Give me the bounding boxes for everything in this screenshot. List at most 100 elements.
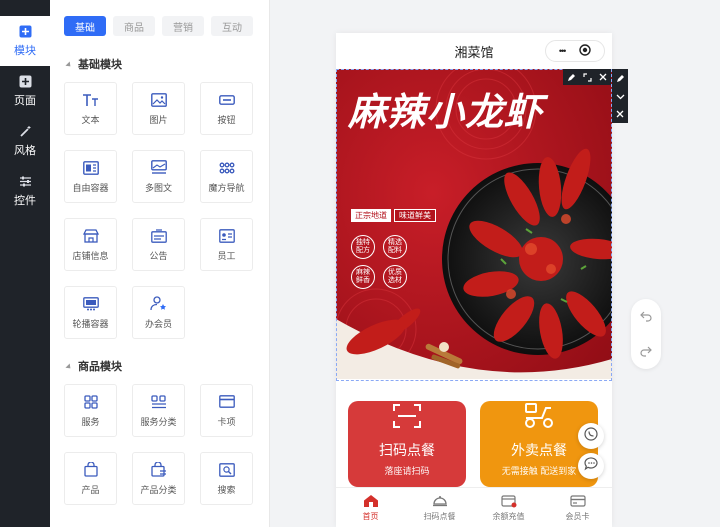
basic-module-grid: 文本 图片 按钮 自由容器 多图文 魔方导航 店铺信息 公告 员工 轮播容器 办…: [64, 82, 254, 339]
delivery-order-title: 外卖点餐: [511, 442, 567, 458]
module-card-label: 多图文: [144, 182, 172, 193]
banner-tags: 正宗地道 味道鲜美: [351, 209, 436, 222]
member-card-icon: [569, 494, 586, 508]
float-chat-button[interactable]: [578, 453, 604, 479]
notice-icon: [150, 228, 168, 244]
component-toolbar: [563, 69, 611, 85]
module-card-service[interactable]: 服务: [64, 384, 117, 437]
tab-goods[interactable]: 商品: [113, 16, 155, 36]
button-icon: [218, 92, 236, 108]
mini-program-capsule[interactable]: •••: [545, 40, 605, 62]
move-down-icon[interactable]: [612, 87, 628, 105]
page-plus-icon: [18, 74, 32, 88]
redo-icon[interactable]: [640, 344, 652, 360]
module-card-membership[interactable]: 办会员: [132, 286, 185, 339]
module-card-label: 图片: [149, 114, 168, 125]
tabbar-item-recharge[interactable]: 余额充值: [474, 488, 543, 527]
float-phone-button[interactable]: [578, 423, 604, 449]
rail-item-label: 模块: [14, 45, 36, 57]
module-card-carousel[interactable]: 轮播容器: [64, 286, 117, 339]
tabbar-label: 扫码点餐: [423, 511, 456, 521]
tab-marketing[interactable]: 营销: [162, 16, 204, 36]
tabbar-item-home[interactable]: 首页: [336, 488, 405, 527]
edit-pencil-icon[interactable]: [612, 69, 628, 87]
container-icon: [82, 160, 100, 176]
module-card-label: 卡项: [217, 416, 236, 427]
banner-badge: 精选配料: [383, 235, 407, 259]
module-card-store-info[interactable]: 店铺信息: [64, 218, 117, 271]
section-title-basic: 基础模块: [66, 56, 122, 72]
module-card-multi-image-text[interactable]: 多图文: [132, 150, 185, 203]
banner-badge: 优质选材: [383, 265, 407, 289]
module-card-search[interactable]: 搜索: [200, 452, 253, 505]
member-icon: [149, 296, 168, 312]
tabbar-label: 余额充值: [492, 511, 525, 521]
module-card-card-item[interactable]: 卡项: [200, 384, 253, 437]
module-card-image[interactable]: 图片: [132, 82, 185, 135]
rail-item-modules[interactable]: 模块: [0, 16, 50, 66]
module-card-service-category[interactable]: 服务分类: [132, 384, 185, 437]
close-icon[interactable]: [595, 69, 611, 85]
store-icon: [82, 228, 100, 244]
module-card-text[interactable]: 文本: [64, 82, 117, 135]
tab-basic[interactable]: 基础: [64, 16, 106, 36]
module-card-label: 产品: [81, 484, 100, 495]
banner-tag: 正宗地道: [351, 209, 391, 222]
section-title-goods: 商品模块: [66, 358, 122, 374]
module-card-label: 自由容器: [72, 182, 109, 193]
card-icon: [218, 394, 236, 410]
module-card-staff[interactable]: 员工: [200, 218, 253, 271]
tabbar-label: 会员卡: [565, 511, 590, 521]
chat-icon: [584, 456, 598, 476]
scan-order-button[interactable]: 扫码点餐 落座请扫码: [348, 401, 466, 487]
banner-badges: 独特配方 精选配料 麻辣鲜香 优质选材: [351, 235, 411, 289]
dish-cover-icon: [432, 494, 448, 508]
phone-call-icon: [584, 426, 598, 446]
delete-icon[interactable]: [612, 105, 628, 123]
image-icon: [150, 92, 168, 108]
module-card-label: 公告: [149, 250, 168, 261]
banner-image[interactable]: 麻辣小龙虾 正宗地道 味道鲜美 独特配方 精选配料 麻辣鲜香 优质选材: [336, 69, 612, 379]
module-card-magic-nav[interactable]: 魔方导航: [200, 150, 253, 203]
undo-icon[interactable]: [640, 309, 652, 325]
history-controls: [631, 299, 661, 369]
bag-icon: [82, 462, 100, 478]
text-icon: [82, 92, 100, 108]
magic-wand-icon: [18, 124, 32, 138]
scan-order-subtitle: 落座请扫码: [384, 466, 430, 476]
module-card-label: 员工: [217, 250, 236, 261]
edit-pencil-icon[interactable]: [563, 69, 579, 85]
tab-interaction[interactable]: 互动: [211, 16, 253, 36]
phone-header: 湘菜馆 •••: [336, 33, 612, 69]
banner-headline: 麻辣小龙虾: [348, 90, 544, 134]
module-card-free-container[interactable]: 自由容器: [64, 150, 117, 203]
module-tabs: 基础 商品 营销 互动: [64, 16, 253, 36]
rail-item-label: 页面: [14, 95, 36, 107]
carousel-icon: [82, 296, 100, 312]
module-card-label: 办会员: [144, 318, 172, 329]
banner-badge: 独特配方: [351, 235, 375, 259]
module-card-label: 店铺信息: [72, 250, 109, 261]
tabbar-item-scan-order[interactable]: 扫码点餐: [405, 488, 474, 527]
module-card-product[interactable]: 产品: [64, 452, 117, 505]
id-card-icon: [218, 228, 236, 244]
rail-item-page[interactable]: 页面: [0, 66, 50, 116]
module-card-product-category[interactable]: 产品分类: [132, 452, 185, 505]
search-icon: [218, 462, 236, 478]
module-card-notice[interactable]: 公告: [132, 218, 185, 271]
module-card-label: 轮播容器: [72, 318, 109, 329]
banner-tag: 味道鲜美: [394, 209, 436, 222]
close-target-icon[interactable]: [579, 43, 591, 59]
module-card-label: 产品分类: [140, 484, 177, 495]
rail-item-style[interactable]: 风格: [0, 116, 50, 166]
rail-item-widgets[interactable]: 控件: [0, 166, 50, 216]
scooter-icon: [522, 401, 556, 434]
plus-square-icon: [18, 24, 32, 38]
banner-badge: 麻辣鲜香: [351, 265, 375, 289]
bag-category-icon: [150, 462, 168, 478]
module-card-button[interactable]: 按钮: [200, 82, 253, 135]
tabbar-item-member-card[interactable]: 会员卡: [543, 488, 612, 527]
resize-icon[interactable]: [579, 69, 595, 85]
left-rail: 模块 页面 风格 控件: [0, 0, 50, 527]
more-icon[interactable]: •••: [559, 46, 567, 56]
